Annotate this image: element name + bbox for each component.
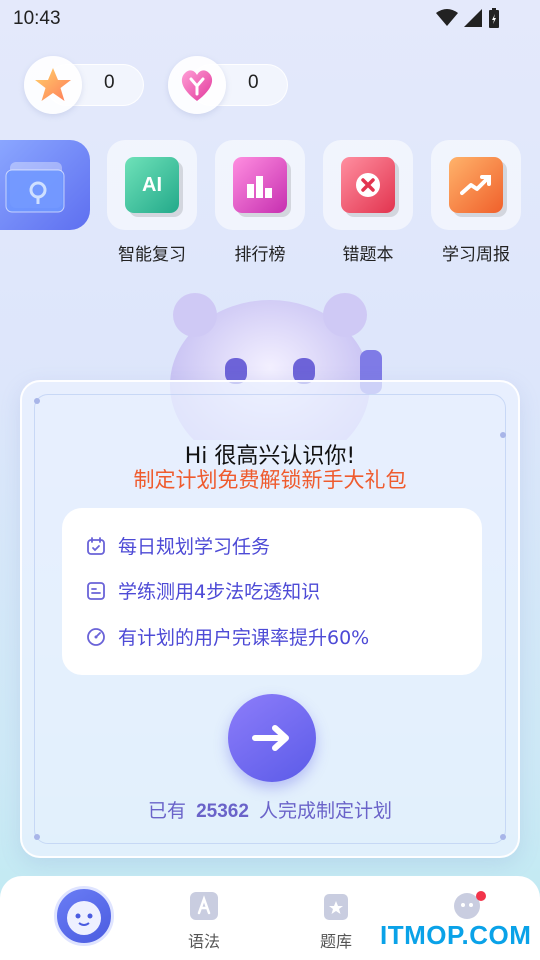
- stat-count: 25362: [196, 801, 249, 822]
- arrow-right-icon: [252, 725, 289, 751]
- corner-dot: [500, 834, 506, 840]
- shortcut-ranking[interactable]: 排行榜: [214, 140, 306, 265]
- star-icon: [24, 56, 82, 114]
- mistake-book-icon: [341, 157, 395, 213]
- shortcut-tile: [323, 140, 413, 230]
- calendar-icon: [87, 536, 105, 555]
- heart-count: 0: [248, 72, 259, 93]
- ai-badge-text: AI: [142, 173, 162, 196]
- benefit-item: 学练测用4步法吃透知识: [86, 577, 320, 604]
- status-icons: [436, 8, 500, 28]
- shortcut-tile: [431, 140, 521, 230]
- heart-icon: [168, 56, 226, 114]
- stat-prefix: 已有: [148, 800, 187, 822]
- shortcut-mistakes[interactable]: 错题本: [322, 140, 414, 265]
- plan-card: Hi 很高兴认识你! 制定计划免费解锁新手大礼包 每日规划学习任务 学练测用4步…: [20, 380, 520, 858]
- benefit-item: 有计划的用户完课率提升60%: [86, 623, 369, 650]
- corner-dot: [34, 398, 40, 404]
- list-icon: [87, 581, 105, 600]
- report-book-icon: [449, 157, 503, 213]
- star-counter[interactable]: 0: [24, 56, 144, 114]
- corner-dot: [34, 834, 40, 840]
- start-plan-button[interactable]: [228, 694, 316, 782]
- message-icon: [454, 891, 486, 919]
- benefit-text: 每日规划学习任务: [118, 536, 271, 558]
- wifi-icon: [436, 9, 458, 26]
- shortcut-weekly-report[interactable]: 学习周报: [430, 140, 522, 265]
- plan-stat: 已有 25362 人完成制定计划: [22, 796, 518, 823]
- battery-icon: [489, 8, 499, 28]
- shortcut-tile: AI: [107, 140, 197, 230]
- shortcut-label: 错题本: [342, 245, 394, 265]
- ranking-book-icon: [233, 157, 287, 213]
- benefits-panel: 每日规划学习任务 学练测用4步法吃透知识 有计划的用户完课率提升60%: [62, 508, 482, 675]
- shortcut-label: 学习周报: [442, 245, 510, 265]
- benefit-text: 学练测用4步法吃透知识: [118, 581, 321, 603]
- star-count: 0: [104, 72, 115, 93]
- shortcut-tile: [215, 140, 305, 230]
- shortcut-label: 智能复习: [118, 245, 186, 265]
- question-bank-icon: [324, 894, 348, 920]
- benefit-item: 每日规划学习任务: [86, 532, 270, 559]
- shortcut-label: 排行榜: [234, 245, 286, 265]
- shortcut-smart-review[interactable]: AI 智能复习: [106, 140, 198, 265]
- wallet-icon: [5, 162, 65, 213]
- stat-suffix: 人完成制定计划: [258, 800, 392, 822]
- site-watermark: ITMOP.COM: [380, 920, 532, 950]
- benefit-text: 有计划的用户完课率提升60%: [118, 627, 370, 649]
- grammar-icon: [190, 892, 218, 920]
- target-icon: [87, 627, 105, 646]
- signal-icon: [464, 9, 482, 27]
- heart-counter[interactable]: 0: [168, 56, 288, 114]
- status-time: 10:43: [13, 8, 61, 29]
- status-bar: 10:43: [0, 0, 540, 36]
- mascot-avatar-icon: [54, 886, 114, 946]
- nav-grammar-label: 语法: [187, 932, 220, 951]
- nav-question-bank-label: 题库: [319, 932, 352, 951]
- ai-book-icon: AI: [125, 157, 179, 213]
- wallet-shortcut[interactable]: [0, 140, 90, 230]
- card-subtitle: 制定计划免费解锁新手大礼包: [133, 468, 407, 492]
